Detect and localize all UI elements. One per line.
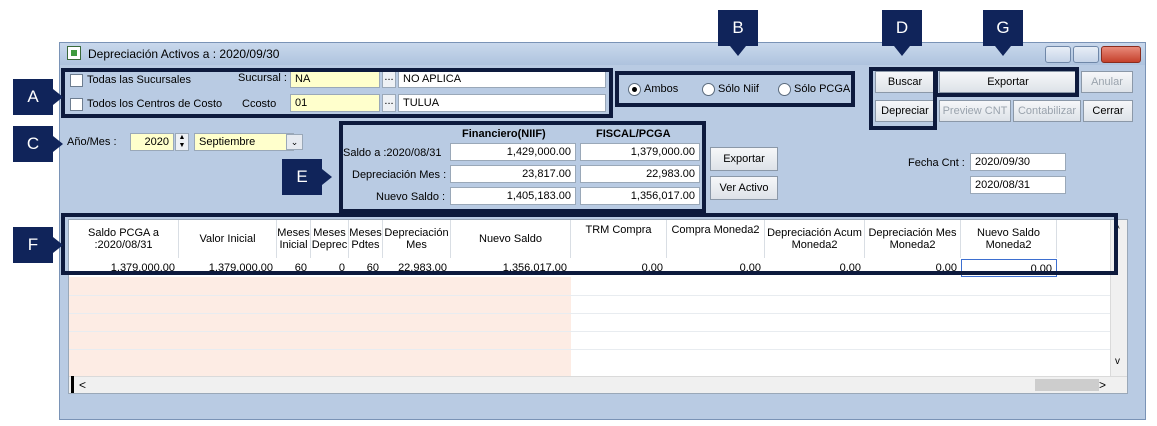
cerrar-button[interactable]: Cerrar — [1083, 100, 1133, 122]
month-select[interactable]: Septiembre — [194, 133, 294, 151]
annotation-frame-g — [934, 67, 1079, 97]
annotation-tag-c: C — [13, 126, 63, 162]
year-spinner[interactable]: ▲ ▼ — [175, 133, 189, 151]
annotation-frame-b — [615, 71, 855, 107]
title-bar: Depreciación Activos a : 2020/09/30 — [60, 43, 1145, 65]
window-title: Depreciación Activos a : 2020/09/30 — [88, 47, 280, 61]
scroll-thumb[interactable] — [1035, 379, 1099, 391]
scroll-down-icon[interactable]: v — [1115, 356, 1120, 367]
chevron-down-icon[interactable]: ⌄ — [286, 134, 303, 150]
anular-button[interactable]: Anular — [1081, 71, 1133, 93]
minimize-button[interactable] — [1045, 46, 1071, 63]
scroll-right-icon[interactable]: > — [1099, 378, 1106, 392]
annotation-tag-e: E — [282, 159, 332, 195]
annotation-frame-e — [339, 121, 706, 213]
contabilizar-button[interactable]: Contabilizar — [1013, 100, 1081, 122]
annotation-frame-f — [61, 213, 1118, 275]
app-icon — [67, 46, 81, 60]
maximize-button[interactable] — [1073, 46, 1099, 63]
preview-cnt-button[interactable]: Preview CNT — [939, 100, 1011, 122]
fecha-cnt-label: Fecha Cnt : — [908, 157, 965, 169]
fecha-cnt-input[interactable]: 2020/09/30 — [970, 153, 1066, 171]
ver-activo-button[interactable]: Ver Activo — [710, 176, 778, 200]
ano-mes-label: Año/Mes : — [67, 136, 117, 148]
annotation-tag-b: B — [718, 10, 758, 56]
annotation-tag-g: G — [983, 10, 1023, 56]
annotation-tag-f: F — [13, 227, 63, 263]
year-input[interactable]: 2020 — [130, 133, 174, 151]
horizontal-scrollbar[interactable]: < > — [69, 376, 1127, 393]
fecha-secondary-field: 2020/08/31 — [970, 176, 1066, 194]
scroll-left-icon[interactable]: < — [79, 378, 86, 392]
scroll-thumb-marker — [71, 376, 74, 393]
annotation-tag-d: D — [882, 10, 922, 56]
exportar-summary-button[interactable]: Exportar — [710, 147, 778, 171]
annotation-tag-a: A — [13, 79, 63, 115]
annotation-frame-a — [61, 68, 613, 118]
close-window-button[interactable] — [1101, 46, 1141, 63]
annotation-frame-d — [869, 67, 937, 130]
